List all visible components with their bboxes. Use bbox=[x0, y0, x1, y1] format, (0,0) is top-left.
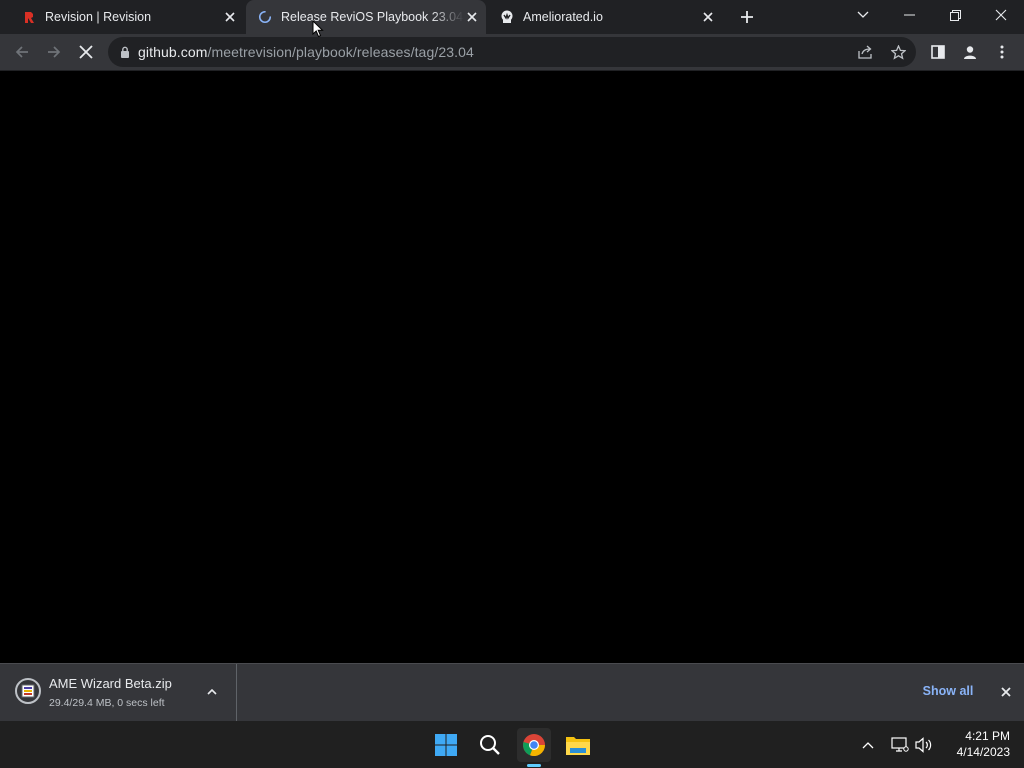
speaker-icon bbox=[915, 737, 932, 753]
download-item[interactable]: AME Wizard Beta.zip 29.4/29.4 MB, 0 secs… bbox=[0, 664, 237, 722]
start-button[interactable] bbox=[429, 728, 463, 762]
chrome-taskbar-button[interactable] bbox=[517, 728, 551, 767]
profile-avatar-icon bbox=[964, 46, 976, 59]
url-path: /meetrevision/playbook/releases/tag/23.0… bbox=[207, 44, 474, 60]
download-status: 29.4/29.4 MB, 0 secs left bbox=[49, 697, 165, 709]
side-panel-icon bbox=[931, 45, 945, 59]
clock-time: 4:21 PM bbox=[965, 729, 1010, 743]
tab-title: Release ReviOS Playbook 23.04 · meetrevi… bbox=[281, 10, 464, 24]
stop-loading-button[interactable] bbox=[74, 40, 98, 64]
lock-icon[interactable] bbox=[120, 45, 132, 59]
browser-toolbar: github.com/meetrevision/playbook/release… bbox=[0, 34, 1024, 71]
close-icon bbox=[1001, 687, 1011, 697]
revision-logo-icon bbox=[22, 10, 36, 24]
chrome-icon bbox=[523, 734, 546, 757]
page-content-area[interactable] bbox=[0, 71, 1024, 663]
chevron-down-icon bbox=[857, 11, 869, 18]
arrow-left-icon bbox=[15, 46, 28, 58]
windows-taskbar: 4:21 PM 4/14/2023 bbox=[0, 721, 1024, 768]
tab-title: Revision | Revision bbox=[45, 10, 152, 24]
forward-button[interactable] bbox=[42, 40, 66, 64]
loading-spinner-icon bbox=[258, 10, 272, 24]
folder-icon bbox=[566, 737, 590, 755]
minimize-icon bbox=[903, 14, 915, 16]
tab-revision[interactable]: Revision | Revision bbox=[0, 0, 244, 34]
close-tab-icon[interactable] bbox=[700, 9, 716, 25]
close-download-bar-button[interactable] bbox=[998, 684, 1014, 700]
chevron-up-icon bbox=[207, 689, 217, 695]
kebab-menu-icon bbox=[1000, 45, 1004, 59]
download-bar: AME Wizard Beta.zip 29.4/29.4 MB, 0 secs… bbox=[0, 663, 1024, 722]
windows-logo-icon bbox=[435, 734, 457, 756]
browser-menu-button[interactable] bbox=[990, 40, 1014, 64]
bookmark-star-icon[interactable] bbox=[886, 40, 910, 64]
tab-strip: Revision | Revision Release ReviOS Playb… bbox=[0, 0, 1024, 34]
close-tab-icon[interactable] bbox=[464, 9, 480, 25]
network-icon bbox=[891, 737, 909, 752]
volume-button[interactable] bbox=[914, 735, 934, 755]
system-clock[interactable]: 4:21 PM 4/14/2023 bbox=[940, 728, 1010, 760]
ameliorated-logo-icon bbox=[500, 10, 514, 24]
url-text: github.com/meetrevision/playbook/release… bbox=[138, 44, 474, 60]
active-app-indicator bbox=[527, 764, 541, 767]
restore-button[interactable] bbox=[932, 0, 978, 30]
close-tab-icon[interactable] bbox=[222, 9, 238, 25]
arrow-right-icon bbox=[48, 46, 61, 58]
show-all-downloads-link[interactable]: Show all bbox=[912, 684, 984, 698]
back-button[interactable] bbox=[10, 40, 34, 64]
plus-icon bbox=[741, 11, 753, 23]
show-hidden-icons-button[interactable] bbox=[858, 735, 878, 755]
url-host: github.com bbox=[138, 44, 208, 60]
mouse-pointer-icon bbox=[312, 20, 324, 38]
file-explorer-button[interactable] bbox=[561, 728, 595, 762]
clock-date: 4/14/2023 bbox=[956, 745, 1010, 759]
download-options-button[interactable] bbox=[204, 684, 220, 700]
tab-title: Ameliorated.io bbox=[523, 10, 603, 24]
chevron-up-icon bbox=[862, 741, 874, 748]
new-tab-button[interactable] bbox=[730, 2, 764, 32]
tab-ameliorated[interactable]: Ameliorated.io bbox=[488, 0, 722, 34]
close-window-button[interactable] bbox=[978, 0, 1024, 30]
restore-icon bbox=[949, 9, 961, 21]
close-icon bbox=[79, 45, 93, 59]
profile-button[interactable] bbox=[958, 40, 982, 64]
download-filename: AME Wizard Beta.zip bbox=[49, 676, 172, 691]
side-panel-button[interactable] bbox=[926, 40, 950, 64]
zip-file-icon bbox=[15, 678, 41, 704]
tab-search-button[interactable] bbox=[840, 0, 886, 30]
share-icon[interactable] bbox=[854, 40, 878, 64]
network-status-button[interactable] bbox=[890, 735, 910, 755]
address-bar[interactable]: github.com/meetrevision/playbook/release… bbox=[108, 37, 916, 67]
minimize-button[interactable] bbox=[886, 0, 932, 30]
tab-release-revios-playbook[interactable]: Release ReviOS Playbook 23.04 · meetrevi… bbox=[246, 0, 486, 34]
search-icon bbox=[480, 735, 500, 755]
close-icon bbox=[995, 9, 1007, 21]
search-button[interactable] bbox=[473, 728, 507, 762]
